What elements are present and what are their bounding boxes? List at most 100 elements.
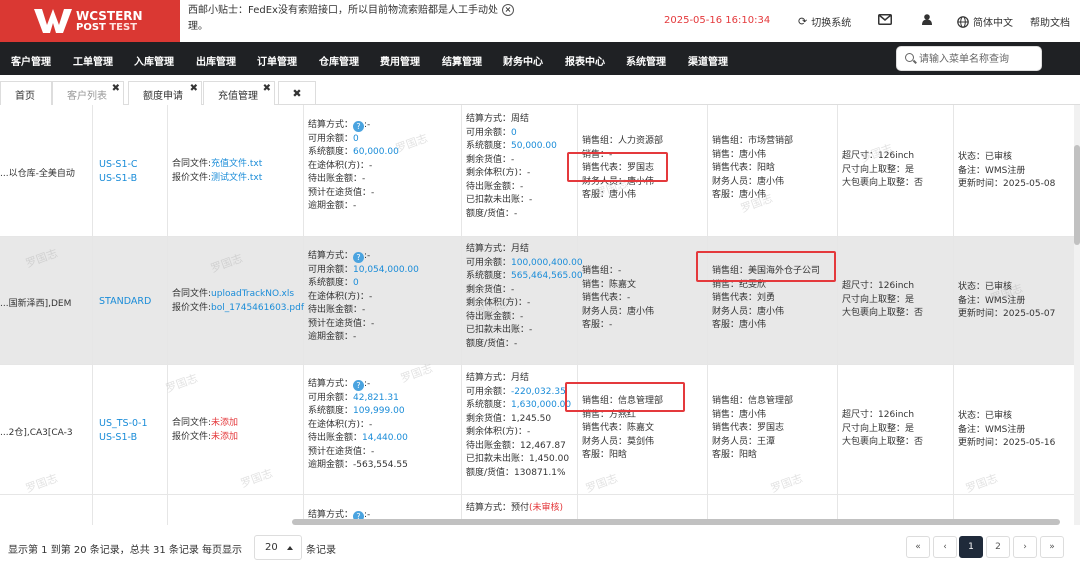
dims-cell: 超尺寸：126inch 尺寸向上取整：是 大包裹向上取整：否 [838, 237, 954, 364]
last-page-button[interactable]: » [1040, 536, 1064, 558]
table-row[interactable]: 国新泽西],DEM... STANDARD 合同文件:uploadTrackNO… [0, 237, 1074, 365]
help-icon[interactable]: ? [353, 380, 365, 391]
quote-file: 报价文件:测试文件.txt [172, 173, 263, 183]
tab-credit-apply[interactable]: 额度申请 ✖ [128, 81, 202, 105]
tab-label: 额度申请 [143, 91, 183, 102]
settlement-cell: 结算方式：月结 可用余额：100,000,400.00 系统额度：565,464… [462, 237, 583, 364]
brand-sub: POST TEST [76, 22, 138, 33]
pagination-bar: 显示第 1 到第 20 条记录，总共 31 条记录 每页显示 20 条记录 « … [0, 527, 1080, 570]
files-cell: 合同文件:未添加 报价文件:未添加 [168, 365, 304, 494]
close-icon[interactable]: ✖ [263, 83, 271, 94]
next-page-button[interactable]: › [1013, 536, 1037, 558]
contract-file-link[interactable]: 充值文件.txt [211, 159, 262, 169]
sales2-cell: 销售组：信息管理部 销售：唐小伟 销售代表：罗国志 财务人员：王潭 客服：阳晗 [708, 365, 838, 494]
files-cell: 合同文件:充值文件.txt 报价文件:测试文件.txt [168, 105, 304, 236]
code-cell: US_TS-0-1 US-S1-B [93, 365, 168, 494]
scroll-thumb[interactable] [1074, 145, 1080, 245]
menu-search-input[interactable] [919, 51, 1037, 67]
language-select[interactable]: 简体中文 [957, 14, 1013, 29]
first-page-button[interactable]: « [906, 536, 930, 558]
dims-lines: 超尺寸：126inch 尺寸向上取整：是 大包裹向上取整：否 [842, 151, 924, 188]
balance-cell: 结算方式：?:- 可用余额：42,821.31 系统额度：109,999.00 … [304, 365, 462, 494]
help-icon[interactable]: ? [353, 121, 365, 132]
help-link[interactable]: 帮助文档 [1030, 14, 1070, 29]
code-cell [93, 495, 168, 525]
table-row[interactable]: 以仓库-全美自动... US-S1-C US-S1-B 合同文件:充值文件.tx… [0, 105, 1074, 237]
globe-icon [957, 15, 969, 28]
contract-file: 合同文件:uploadTrackNO.xls [172, 289, 295, 299]
files-cell: 合同文件:uploadTrackNO.xls 报价文件:bol_17454616… [168, 237, 304, 364]
code-cell: US-S1-C US-S1-B [93, 105, 168, 236]
sales2-lines: 销售组：市场营销部 销售：唐小伟 销售代表：阳晗 财务人员：唐小伟 客服：唐小伟 [712, 136, 794, 200]
nav-item-settlement[interactable]: 结算管理 [442, 53, 482, 68]
page-1-button[interactable]: 1 [959, 536, 983, 558]
customer-code-link[interactable]: STANDARD [99, 295, 151, 309]
nav-item-customer[interactable]: 客户管理 [11, 53, 51, 68]
menu-search-box[interactable] [896, 46, 1042, 71]
nav-item-channel[interactable]: 渠道管理 [688, 53, 728, 68]
customer-code-link[interactable]: US_TS-0-1 [99, 417, 148, 431]
nav-item-report[interactable]: 报表中心 [565, 53, 605, 68]
balance-lines: 结算方式：?:- 可用余额：0 系统额度：60,000.00 在途体积(方)：-… [308, 120, 399, 211]
customer-code-link[interactable]: US-S1-B [99, 431, 137, 445]
mail-icon [878, 14, 892, 25]
mail-button[interactable] [878, 14, 892, 25]
help-icon[interactable]: ? [353, 252, 365, 263]
switch-system-label: 切换系统 [811, 18, 852, 29]
status-cell: 状态：已审核 备注：WMS注册 更新时间：2025-05-07 [954, 237, 1074, 364]
horizontal-scrollbar[interactable] [292, 519, 1060, 525]
status-lines: 状态：已审核 备注：WMS注册 更新时间：2025-05-07 [958, 282, 1056, 319]
quote-file-link[interactable]: bol_1745461603.pdf [211, 303, 304, 313]
tab-bar: 首页 客户列表 ✖ 额度申请 ✖ 充值管理 ✖ ✖ [0, 75, 1080, 105]
tab-home[interactable]: 首页 [0, 81, 52, 105]
contract-file-missing: 未添加 [211, 418, 239, 428]
warehouse-cell: 2仓],CA3[CA-3... [0, 365, 93, 494]
brand-name: WCSTERN [76, 9, 143, 23]
tab-label: 首页 [15, 91, 35, 102]
page-size-select[interactable]: 20 [254, 535, 302, 560]
tab-customer-list[interactable]: 客户列表 ✖ [52, 81, 124, 105]
nav-item-system[interactable]: 系统管理 [626, 53, 666, 68]
highlight-box [565, 382, 685, 412]
prev-page-button[interactable]: ‹ [933, 536, 957, 558]
table-row[interactable]: 2仓],CA3[CA-3... US_TS-0-1 US-S1-B 合同文件:未… [0, 365, 1074, 495]
quote-file-link[interactable]: 测试文件.txt [211, 173, 262, 183]
page-2-button[interactable]: 2 [986, 536, 1010, 558]
customer-code-link[interactable]: US-S1-C [99, 158, 138, 172]
customer-table: 以仓库-全美自动... US-S1-C US-S1-B 合同文件:充值文件.tx… [0, 105, 1074, 525]
tip-banner: 西邮小贴士：FedEx没有索赔接口，所以目前物流索赔都是人工手动处理。 [188, 5, 498, 32]
tab-label: 客户列表 [67, 91, 107, 102]
nav-item-fee[interactable]: 费用管理 [380, 53, 420, 68]
contract-file: 合同文件:充值文件.txt [172, 159, 263, 169]
settle-flag: (未审核) [529, 503, 564, 513]
main-nav: 客户管理 工单管理 入库管理 出库管理 订单管理 仓库管理 费用管理 结算管理 … [0, 42, 1080, 75]
vertical-scrollbar[interactable] [1074, 105, 1080, 525]
settlement-lines: 结算方式：月结 可用余额：-220,032.35 系统额度：1,630,000.… [466, 373, 572, 478]
dims-lines: 超尺寸：126inch 尺寸向上取整：是 大包裹向上取整：否 [842, 410, 924, 447]
user-button[interactable] [922, 14, 932, 25]
balance-lines: 结算方式：?:- 可用余额：10,054,000.00 系统额度：0 在途体积(… [308, 251, 419, 342]
nav-item-outbound[interactable]: 出库管理 [196, 53, 236, 68]
close-icon[interactable]: × [502, 4, 514, 16]
nav-item-warehouse[interactable]: 仓库管理 [319, 53, 359, 68]
contract-file-link[interactable]: uploadTrackNO.xls [211, 289, 294, 299]
warehouse-text: 国新泽西],DEM... [0, 299, 72, 309]
customer-code-link[interactable]: US-S1-B [99, 172, 137, 186]
nav-item-finance[interactable]: 财务中心 [503, 53, 543, 68]
sales2-cell: 销售组：市场营销部 销售：唐小伟 销售代表：阳晗 财务人员：唐小伟 客服：唐小伟 [708, 105, 838, 236]
nav-item-order[interactable]: 订单管理 [257, 53, 297, 68]
close-icon[interactable]: ✖ [190, 83, 198, 94]
caret-up-icon [287, 546, 293, 550]
highlight-box [696, 251, 836, 282]
close-all-tabs-button[interactable]: ✖ [278, 81, 316, 105]
close-icon[interactable]: ✖ [112, 83, 120, 94]
warehouse-cell: 以仓库-全美自动... [0, 105, 93, 236]
tab-recharge[interactable]: 充值管理 ✖ [203, 81, 275, 105]
nav-item-ticket[interactable]: 工单管理 [73, 53, 113, 68]
nav-item-inbound[interactable]: 入库管理 [134, 53, 174, 68]
tab-label: 充值管理 [218, 91, 258, 102]
settlement-lines: 结算方式：预付(未审核) [466, 503, 564, 513]
brand-logo[interactable]: WCSTERN POST TEST [0, 0, 180, 42]
switch-system-button[interactable]: ⟳ 切换系统 [798, 14, 851, 29]
help-label: 帮助文档 [1030, 18, 1070, 29]
